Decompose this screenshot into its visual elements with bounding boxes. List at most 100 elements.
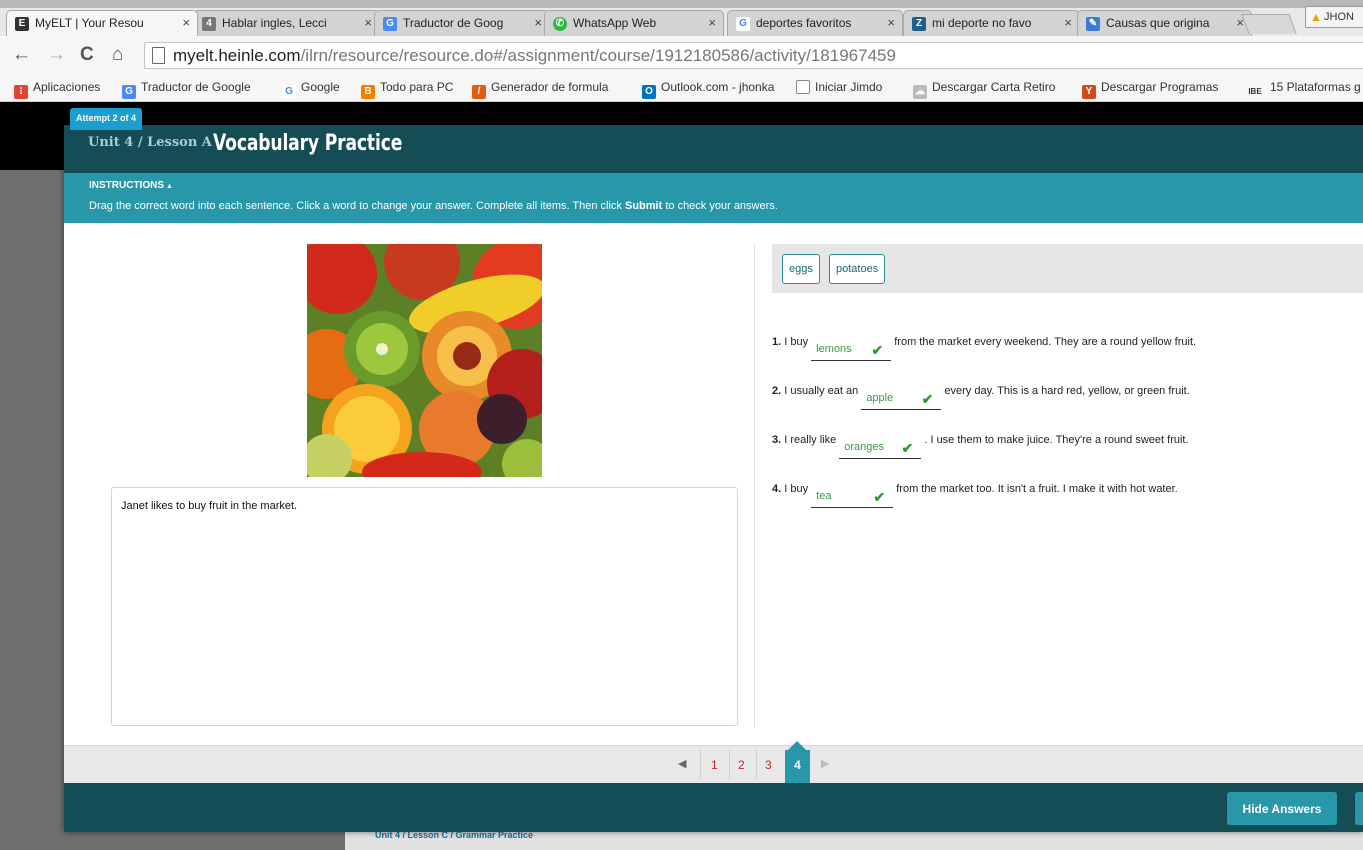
- instructions-heading: INSTRUCTIONS: [89, 180, 164, 191]
- browser-tab[interactable]: ✆ WhatsApp Web ×: [544, 10, 724, 36]
- answer-blank[interactable]: lemons ✔: [811, 341, 892, 361]
- browser-tab[interactable]: Z mi deporte no favo ×: [903, 10, 1080, 36]
- page-icon: [796, 80, 810, 94]
- bookmark-item[interactable]: / Generador de formula: [472, 80, 608, 99]
- bookmark-item[interactable]: IBE 15 Plataformas g: [1245, 80, 1361, 99]
- page-link[interactable]: 2: [738, 758, 745, 772]
- sentence-item: 3. I really like oranges ✔ . I use them t…: [772, 434, 1189, 459]
- google-icon: G: [736, 17, 750, 31]
- whatsapp-icon: ✆: [553, 17, 567, 31]
- activity-footer: Hide Answers: [64, 783, 1363, 832]
- passage-text: Janet likes to buy fruit in the market.: [121, 500, 298, 512]
- answer-blank[interactable]: apple ✔: [861, 390, 942, 410]
- page-title: Vocabulary Practice: [213, 131, 403, 156]
- bookmark-item[interactable]: O Outlook.com - jhonka: [642, 80, 774, 99]
- pager-separator: [729, 750, 730, 780]
- forward-arrow-icon[interactable]: →: [47, 44, 66, 66]
- url-field[interactable]: myelt.heinle.com/ilrn/resource/resource.…: [144, 42, 1363, 69]
- next-arrow-icon[interactable]: ▶: [821, 757, 829, 770]
- pager-separator: [756, 750, 757, 780]
- ibe-icon: IBE: [1248, 87, 1262, 96]
- bird-icon: Y: [1082, 85, 1096, 99]
- reading-passage: Janet likes to buy fruit in the market.: [111, 487, 738, 726]
- checkmark-icon: ✔: [901, 440, 914, 456]
- tab-label: MyELT | Your Resou: [35, 16, 144, 30]
- e-logo-icon: E: [15, 17, 29, 31]
- translate-icon: G: [383, 17, 397, 31]
- browser-tab[interactable]: G deportes favoritos ×: [727, 10, 903, 36]
- bookmark-label: Todo para PC: [380, 80, 454, 94]
- url-host: myelt.heinle.com: [173, 46, 301, 65]
- activity-header: Unit 4 / Lesson A Vocabulary Practice: [64, 125, 1363, 173]
- bookmark-label: Descargar Programas: [1101, 80, 1219, 94]
- bookmark-label: 15 Plataformas g: [1270, 80, 1361, 94]
- bookmarks-bar: ⁝ Aplicaciones G Traductor de Google G Goog…: [0, 74, 1363, 102]
- instructions-text: Drag the correct word into each sentence…: [89, 200, 778, 212]
- new-tab-button[interactable]: [1241, 14, 1297, 34]
- bookmark-item[interactable]: G Traductor de Google: [122, 80, 251, 99]
- breadcrumb: Unit 4 / Lesson A: [88, 135, 212, 150]
- image-icon: Z: [912, 17, 926, 31]
- word-bank: eggs potatoes: [772, 244, 1363, 293]
- bookmark-label: Outlook.com - jhonka: [661, 80, 775, 94]
- close-icon[interactable]: ×: [1064, 15, 1072, 30]
- browser-tabstrip: E MyELT | Your Resou × 4 Hablar ingles, …: [0, 0, 1363, 36]
- tab-label: mi deporte no favo: [932, 16, 1032, 30]
- apps-grid-icon: ⁝: [14, 85, 28, 99]
- checkmark-icon: ✔: [871, 342, 884, 358]
- page-link[interactable]: 1: [711, 758, 718, 772]
- pencil-icon: /: [472, 85, 486, 99]
- answer-blank[interactable]: oranges ✔: [839, 439, 922, 459]
- submit-keyword: Submit: [625, 200, 663, 212]
- footer-button-edge[interactable]: [1355, 792, 1363, 825]
- activity-modal: Unit 4 / Lesson A Vocabulary Practice IN…: [64, 125, 1363, 832]
- bookmark-label: Aplicaciones: [33, 80, 101, 94]
- prev-arrow-icon[interactable]: ◀: [678, 757, 686, 770]
- word-chip[interactable]: eggs: [782, 254, 820, 284]
- cloud-icon: ☁: [913, 85, 927, 99]
- back-arrow-icon[interactable]: ←: [12, 44, 31, 66]
- answer-blank[interactable]: tea ✔: [811, 488, 894, 508]
- page-link[interactable]: 3: [765, 758, 772, 772]
- attempt-badge: Attempt 2 of 4: [70, 108, 143, 130]
- tab-label: Hablar ingles, Lecci: [222, 16, 327, 30]
- hide-answers-button[interactable]: Hide Answers: [1227, 792, 1337, 825]
- sentence-item: 1. I buy lemons ✔ from the market every w…: [772, 336, 1196, 361]
- bookmark-item[interactable]: B Todo para PC: [361, 80, 453, 99]
- bookmark-label: Generador de formula: [491, 80, 609, 94]
- fruit-photo: [307, 244, 542, 477]
- page-icon: [152, 47, 165, 64]
- instructions-panel: INSTRUCTIONS ▲ Drag the correct word into…: [64, 173, 1363, 223]
- page-link-current[interactable]: 4: [785, 741, 810, 784]
- browser-tab[interactable]: 4 Hablar ingles, Lecci ×: [193, 10, 380, 36]
- bookmark-item[interactable]: G Google: [282, 80, 340, 99]
- close-icon[interactable]: ×: [887, 15, 895, 30]
- outlook-icon: O: [642, 85, 656, 99]
- bookmark-label: Google: [301, 80, 340, 94]
- document-icon: 4: [202, 17, 216, 31]
- bookmark-item[interactable]: ☁ Descargar Carta Retiro: [913, 80, 1055, 99]
- close-icon[interactable]: ×: [534, 15, 542, 30]
- instructions-toggle[interactable]: INSTRUCTIONS ▲: [89, 180, 173, 191]
- sentence-item: 2. I usually eat an apple ✔ every day. Th…: [772, 385, 1190, 410]
- checkmark-icon: ✔: [873, 489, 886, 505]
- close-icon[interactable]: ×: [708, 15, 716, 30]
- sentence-item: 4. I buy tea ✔ from the market too. It is…: [772, 483, 1178, 508]
- bookmark-label: Descargar Carta Retiro: [932, 80, 1056, 94]
- home-icon[interactable]: ⌂: [112, 44, 123, 66]
- bookmark-item[interactable]: ⁝ Aplicaciones: [14, 80, 100, 99]
- bookmark-item[interactable]: Y Descargar Programas: [1082, 80, 1218, 99]
- warning-icon: ▲: [1310, 10, 1322, 24]
- profile-button[interactable]: ▲ JHON: [1305, 6, 1363, 28]
- bookmark-item[interactable]: Iniciar Jimdo: [796, 80, 882, 94]
- word-chip[interactable]: potatoes: [829, 254, 886, 284]
- tab-label: deportes favoritos: [756, 16, 852, 30]
- close-icon[interactable]: ×: [364, 15, 372, 30]
- address-bar-row: ← → C ⌂ myelt.heinle.com/ilrn/resource/r…: [0, 36, 1363, 74]
- browser-tab[interactable]: ✎ Causas que origina ×: [1077, 10, 1252, 36]
- collapse-caret-icon: ▲: [166, 183, 173, 190]
- browser-tab[interactable]: G Traductor de Goog ×: [374, 10, 550, 36]
- close-icon[interactable]: ×: [182, 15, 190, 30]
- browser-tab[interactable]: E MyELT | Your Resou ×: [6, 10, 198, 36]
- reload-icon[interactable]: C: [80, 44, 94, 66]
